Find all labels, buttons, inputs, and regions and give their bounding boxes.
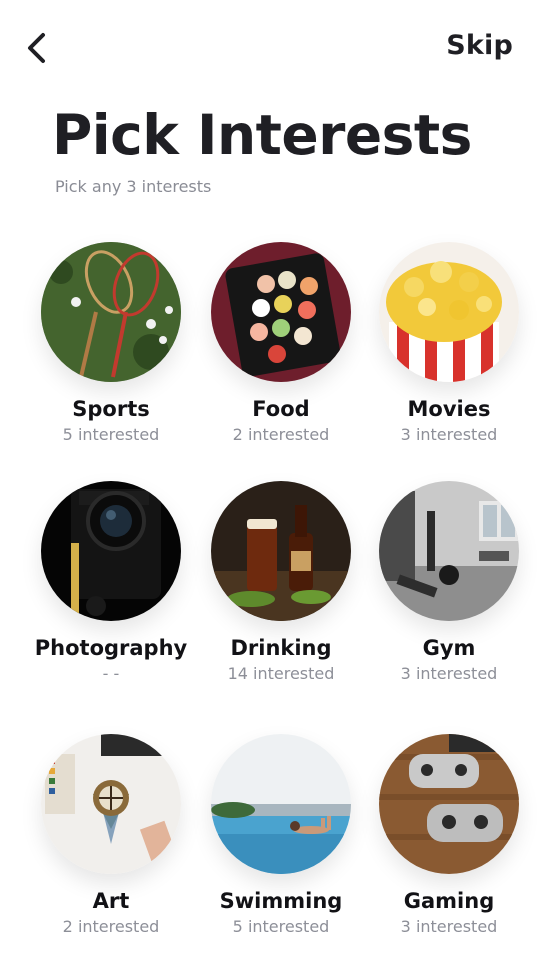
interest-card-movies[interactable]: Movies 3 interested — [364, 242, 534, 444]
interest-count: 5 interested — [62, 425, 160, 444]
interest-card-art[interactable]: Art 2 interested — [26, 734, 196, 936]
food-image — [211, 242, 351, 382]
interest-count: 2 interested — [62, 917, 160, 936]
interest-label: Swimming — [219, 889, 343, 913]
interest-count: 5 interested — [232, 917, 330, 936]
interest-count: 3 interested — [400, 917, 498, 936]
interest-label: Movies — [407, 397, 491, 421]
interest-card-sports[interactable]: Sports 5 interested — [26, 242, 196, 444]
interest-count: 2 interested — [232, 425, 330, 444]
gym-image — [379, 481, 519, 621]
drinking-image — [211, 481, 351, 621]
interest-count: 3 interested — [400, 664, 498, 683]
swimming-image — [211, 734, 351, 874]
interest-label: Gym — [422, 636, 476, 660]
interests-grid: Sports 5 interested Food 2 interested Mo… — [0, 0, 546, 972]
interest-card-food[interactable]: Food 2 interested — [196, 242, 366, 444]
photography-image — [41, 481, 181, 621]
interest-count: 14 interested — [227, 664, 335, 683]
interest-card-photography[interactable]: Photography - - — [26, 481, 196, 683]
interest-card-gaming[interactable]: Gaming 3 interested — [364, 734, 534, 936]
interest-card-gym[interactable]: Gym 3 interested — [364, 481, 534, 683]
interest-count: 3 interested — [400, 425, 498, 444]
sports-image — [41, 242, 181, 382]
interest-label: Sports — [72, 397, 150, 421]
interest-label: Gaming — [403, 889, 495, 913]
interest-label: Drinking — [230, 636, 332, 660]
interest-card-swimming[interactable]: Swimming 5 interested — [196, 734, 366, 936]
gaming-image — [379, 734, 519, 874]
interest-card-drinking[interactable]: Drinking 14 interested — [196, 481, 366, 683]
interest-label: Art — [92, 889, 130, 913]
interest-count: - - — [102, 664, 120, 683]
art-image — [41, 734, 181, 874]
movies-image — [379, 242, 519, 382]
interest-label: Photography — [34, 636, 188, 660]
interest-label: Food — [252, 397, 310, 421]
